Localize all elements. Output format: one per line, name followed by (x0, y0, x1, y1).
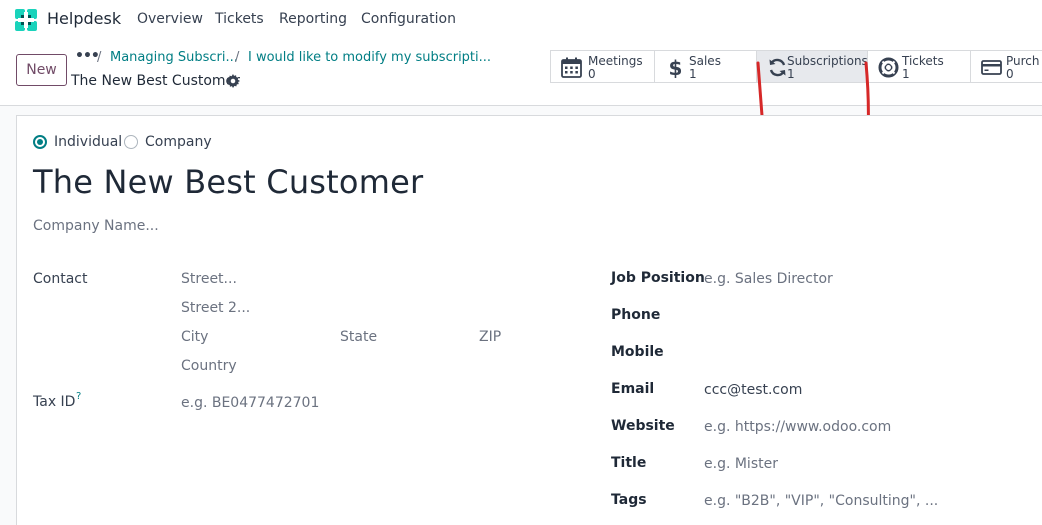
smart-button-label: Sales (689, 54, 721, 68)
tags-label: Tags (611, 492, 647, 508)
breadcrumb-collapsed-dots[interactable]: ••• (75, 48, 100, 64)
breadcrumb-separator: / (235, 50, 240, 65)
menu-configuration[interactable]: Configuration (361, 11, 456, 27)
smart-button-label: Purch (1006, 54, 1040, 68)
menu-reporting[interactable]: Reporting (279, 11, 347, 27)
refresh-icon (769, 58, 786, 77)
street2-input[interactable]: Street 2... (181, 300, 250, 316)
mobile-label: Mobile (611, 344, 664, 360)
smart-button-label: Tickets (902, 54, 944, 68)
smart-button-subscriptions[interactable]: Subscriptions 1 (757, 50, 868, 83)
smart-button-count: 1 (902, 67, 910, 81)
company-name-input[interactable]: Company Name... (33, 218, 159, 234)
smart-button-count: 1 (787, 67, 795, 81)
website-input[interactable]: e.g. https://www.odoo.com (704, 419, 891, 435)
title-select[interactable]: e.g. Mister (704, 456, 778, 472)
smart-button-count: 1 (689, 67, 697, 81)
breadcrumb-link-ticket[interactable]: I would like to modify my subscripti... (248, 50, 491, 65)
smart-button-purchases[interactable]: Purch 0 (971, 50, 1042, 83)
smart-button-tickets[interactable]: Tickets 1 (868, 50, 971, 83)
svg-text:$: $ (669, 57, 683, 78)
contact-label: Contact (33, 271, 88, 287)
smart-button-label: Subscriptions (787, 54, 868, 68)
dollar-icon: $ (669, 57, 683, 78)
tax-id-label: Tax ID (33, 394, 76, 410)
breadcrumb-link-ticket-team[interactable]: Managing Subscri... (110, 50, 238, 65)
email-label: Email (611, 381, 655, 397)
state-select[interactable]: State (340, 329, 377, 345)
email-input[interactable]: ccc@test.com (704, 382, 802, 398)
job-position-input[interactable]: e.g. Sales Director (704, 271, 833, 287)
tags-input[interactable]: e.g. "B2B", "VIP", "Consulting", ... (704, 493, 938, 509)
zip-input[interactable]: ZIP (479, 329, 501, 345)
country-select[interactable]: Country (181, 358, 237, 374)
radio-company-label[interactable]: Company (145, 134, 212, 150)
record-title: The New Best Customer (71, 73, 240, 89)
menu-tickets[interactable]: Tickets (215, 11, 264, 27)
control-panel: New ••• / Managing Subscri... / I would … (0, 40, 1042, 144)
tax-id-help-icon[interactable]: ? (76, 391, 81, 402)
tax-id-input[interactable]: e.g. BE0477472701 (181, 395, 319, 411)
title-label: Title (611, 455, 647, 471)
smart-button-count: 0 (588, 67, 596, 81)
website-label: Website (611, 418, 675, 434)
radio-company[interactable] (124, 135, 138, 149)
phone-label: Phone (611, 307, 661, 323)
smart-button-sales[interactable]: $ Sales 1 (655, 50, 757, 83)
city-input[interactable]: City (181, 329, 208, 345)
credit-card-icon (981, 60, 1002, 75)
helpdesk-logo-icon[interactable] (14, 8, 38, 32)
radio-individual-label[interactable]: Individual (54, 134, 122, 150)
lifebuoy-icon (878, 57, 899, 78)
top-navbar: Helpdesk Overview Tickets Reporting Conf… (0, 0, 1042, 40)
mobile-input[interactable] (704, 345, 1004, 363)
phone-input[interactable] (704, 308, 1004, 326)
smart-button-meetings[interactable]: Meetings 0 (550, 50, 655, 83)
radio-individual[interactable] (33, 135, 47, 149)
street-input[interactable]: Street... (181, 271, 237, 287)
new-button[interactable]: New (16, 54, 67, 86)
breadcrumb-separator: / (97, 50, 102, 65)
job-position-label: Job Position (611, 270, 705, 286)
gear-icon[interactable] (226, 74, 240, 88)
smart-buttons: Meetings 0 $ Sales 1 Subscriptions 1 Tic… (550, 50, 1042, 83)
calendar-icon (561, 57, 582, 78)
smart-button-count: 0 (1006, 67, 1014, 81)
app-name[interactable]: Helpdesk (47, 9, 121, 28)
smart-button-label: Meetings (588, 54, 643, 68)
menu-overview[interactable]: Overview (137, 11, 203, 27)
partner-name-field[interactable]: The New Best Customer (33, 163, 423, 201)
